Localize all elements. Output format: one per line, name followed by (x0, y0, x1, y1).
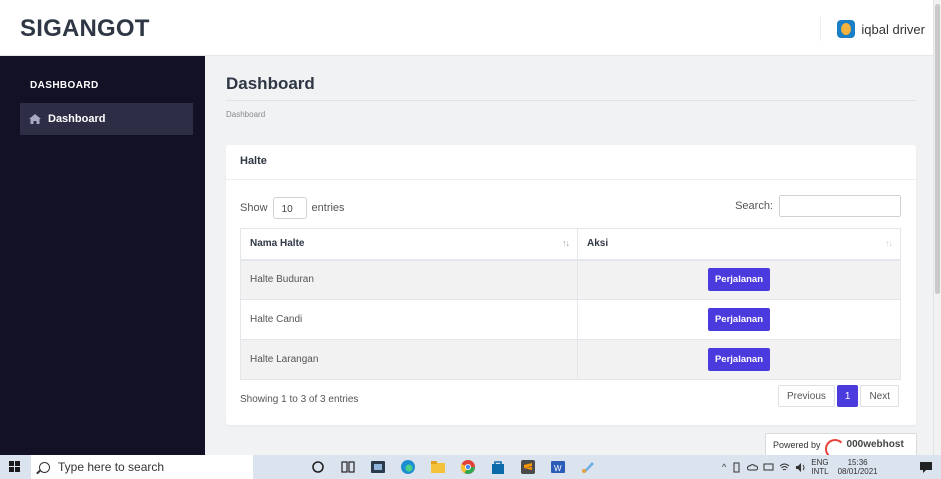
entries-label: entries (311, 202, 345, 214)
column-header-label: Nama Halte (250, 238, 305, 250)
sidebar-item-dashboard[interactable]: Dashboard (20, 103, 193, 135)
previous-page-button[interactable]: Previous (777, 385, 835, 407)
column-header-nama-halte[interactable]: Nama Halte ↑↓ (240, 228, 578, 261)
powered-by-badge[interactable]: Powered by 000webhost (765, 433, 917, 459)
clock-time: 15:36 (847, 458, 868, 467)
user-avatar-icon (837, 20, 856, 38)
action-cell: Perjalanan (577, 339, 901, 380)
store-icon[interactable] (490, 459, 506, 475)
column-header-label: Aksi (587, 238, 609, 250)
display-icon[interactable] (763, 462, 774, 473)
keyboard-layout: INTL (811, 467, 829, 476)
page-title: Dashboard (226, 74, 315, 93)
next-page-button[interactable]: Next (860, 385, 899, 407)
halte-name-cell: Halte Candi (240, 299, 578, 340)
windows-taskbar: Type here to search W ^ ENG INTL 15:36 0… (0, 455, 941, 479)
table-row: Halte Buduran Perjalanan (240, 259, 901, 300)
column-header-aksi[interactable]: Aksi ↑↓ (577, 228, 901, 261)
sort-icon: ↑↓ (885, 238, 893, 248)
language-indicator[interactable]: ENG INTL (811, 458, 828, 476)
halte-table: Nama Halte ↑↓ Aksi ↑↓ Halte Buduran Perj… (240, 228, 901, 380)
page-scrollbar[interactable] (933, 0, 941, 455)
language-code: ENG (811, 458, 829, 467)
entries-length-control: Show 10 entries (240, 197, 345, 219)
search-icon (39, 461, 50, 473)
chevron-up-icon[interactable]: ^ (722, 462, 726, 472)
search-input[interactable] (779, 195, 901, 217)
notification-icon[interactable] (918, 459, 934, 475)
main-content: Dashboard Dashboard Halte Show 10 entrie… (205, 56, 933, 459)
halte-name-cell: Halte Buduran (240, 259, 578, 300)
action-cell: Perjalanan (577, 299, 901, 340)
halte-card: Halte Show 10 entries Search: Nama Halte… (226, 145, 916, 425)
cortana-icon[interactable] (310, 459, 326, 475)
cloud-icon[interactable] (747, 462, 759, 473)
perjalanan-button[interactable]: Perjalanan (707, 268, 771, 292)
task-view-icon[interactable] (340, 459, 356, 475)
entries-length-select[interactable]: 10 (272, 197, 307, 219)
svg-text:W: W (554, 464, 562, 473)
sidebar: DASHBOARD Dashboard (0, 56, 205, 455)
word-icon[interactable]: W (550, 459, 566, 475)
title-divider (226, 100, 916, 101)
show-label: Show (240, 202, 268, 214)
page-1-button[interactable]: 1 (836, 385, 859, 407)
paint-icon[interactable] (580, 459, 596, 475)
sidebar-heading: DASHBOARD (30, 80, 99, 91)
perjalanan-button[interactable]: Perjalanan (707, 308, 771, 331)
action-cell: Perjalanan (577, 259, 901, 300)
table-search: Search: (735, 195, 901, 217)
search-label: Search: (735, 200, 773, 212)
user-name: iqbal driver (861, 21, 925, 37)
webhost-logo-icon (824, 439, 845, 459)
card-title: Halte (240, 155, 267, 167)
table-row: Halte Candi Perjalanan (240, 299, 901, 340)
windows-start-icon[interactable] (9, 461, 21, 473)
pagination: Previous 1 Next (777, 385, 899, 407)
wifi-icon[interactable] (779, 462, 790, 473)
brand-logo[interactable]: SIGANGOT (20, 15, 150, 43)
clock-date: 08/01/2021 (837, 467, 878, 476)
breadcrumb[interactable]: Dashboard (226, 110, 265, 119)
system-tray: ^ ENG INTL 15:36 08/01/2021 (722, 458, 878, 476)
scrollbar-thumb[interactable] (935, 4, 940, 294)
home-icon (29, 114, 41, 124)
edge-icon[interactable] (400, 459, 416, 475)
halte-name-cell: Halte Larangan (240, 339, 578, 380)
volume-icon[interactable] (795, 462, 806, 473)
taskbar-search-placeholder: Type here to search (58, 460, 165, 474)
card-header: Halte (226, 145, 916, 180)
table-info: Showing 1 to 3 of 3 entries (240, 394, 359, 405)
app-icon[interactable] (370, 459, 386, 475)
table-header-row: Nama Halte ↑↓ Aksi ↑↓ (240, 228, 901, 261)
perjalanan-button[interactable]: Perjalanan (707, 348, 771, 371)
user-menu[interactable]: iqbal driver (820, 17, 925, 41)
sidebar-item-label: Dashboard (48, 113, 106, 125)
powered-by-text: Powered by (773, 439, 821, 450)
table-row: Halte Larangan Perjalanan (240, 339, 901, 380)
taskbar-search[interactable]: Type here to search (31, 455, 253, 479)
chrome-icon[interactable] (460, 459, 476, 475)
taskbar-apps: W (310, 459, 596, 475)
top-navbar: SIGANGOT iqbal driver (0, 0, 933, 56)
powered-brand: 000webhost (846, 439, 904, 450)
sublime-icon[interactable] (520, 459, 536, 475)
sort-icon: ↑↓ (562, 238, 570, 248)
clock[interactable]: 15:36 08/01/2021 (838, 458, 878, 476)
battery-icon[interactable] (731, 462, 742, 473)
file-explorer-icon[interactable] (430, 459, 446, 475)
